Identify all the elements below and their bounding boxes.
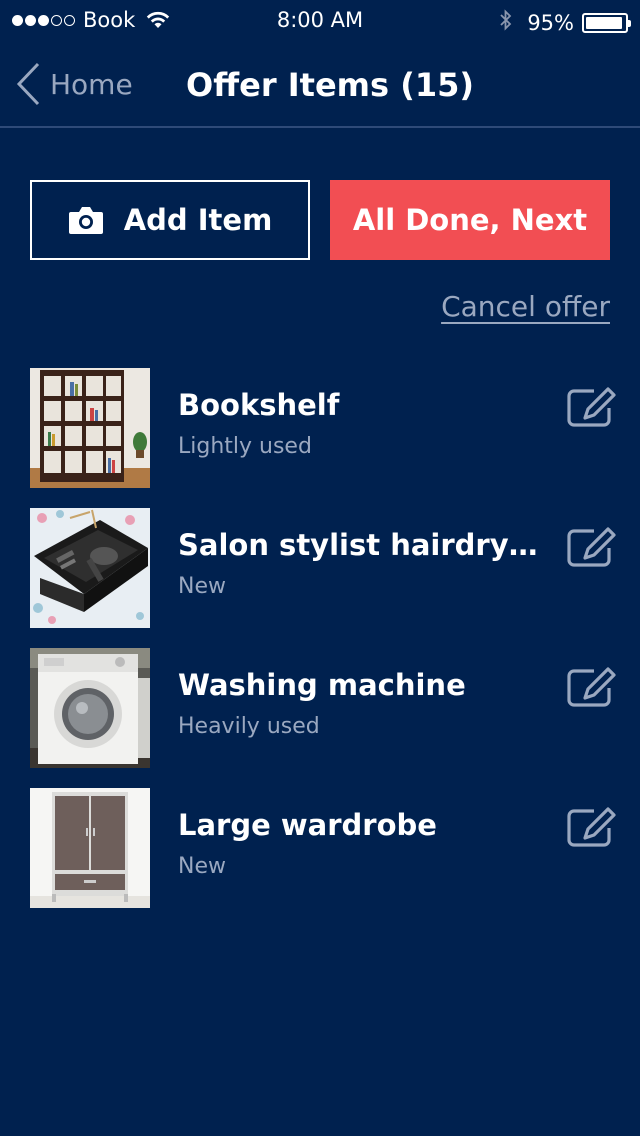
item-title: Washing machine bbox=[178, 668, 466, 702]
list-item[interactable]: Salon stylist hairdryer set New bbox=[0, 508, 640, 628]
item-condition: New bbox=[178, 574, 226, 599]
back-label: Home bbox=[50, 67, 133, 101]
list-item[interactable]: Washing machine Heavily used bbox=[0, 648, 640, 768]
status-bar: Book 8:00 AM 95% bbox=[0, 0, 640, 40]
all-done-label: All Done, Next bbox=[352, 203, 588, 237]
camera-icon bbox=[68, 207, 103, 234]
item-title: Large wardrobe bbox=[178, 808, 437, 842]
edit-icon[interactable] bbox=[566, 806, 616, 848]
wardrobe-image bbox=[30, 788, 150, 908]
all-done-next-button[interactable]: All Done, Next bbox=[330, 180, 610, 260]
page-title: Offer Items (15) bbox=[186, 66, 474, 104]
edit-icon[interactable] bbox=[566, 666, 616, 708]
status-right: 95% bbox=[499, 8, 631, 37]
battery-percentage: 95% bbox=[527, 10, 574, 35]
edit-icon[interactable] bbox=[566, 526, 616, 568]
list-item[interactable]: Large wardrobe New bbox=[0, 788, 640, 908]
bluetooth-icon bbox=[499, 8, 513, 37]
bookshelf-image bbox=[30, 368, 150, 488]
list-item[interactable]: Bookshelf Lightly used bbox=[0, 368, 640, 488]
edit-icon[interactable] bbox=[566, 386, 616, 428]
battery-icon bbox=[582, 12, 631, 33]
item-condition: Lightly used bbox=[178, 434, 312, 459]
add-item-label: Add Item bbox=[123, 203, 273, 237]
hairdryer-image bbox=[30, 508, 150, 628]
back-button[interactable]: Home bbox=[16, 62, 133, 106]
navigation-bar: Home Offer Items (15) bbox=[0, 40, 640, 128]
offer-items-screen: Book 8:00 AM 95% Home Offer Items (15) A… bbox=[0, 0, 640, 1136]
add-item-button[interactable]: Add Item bbox=[30, 180, 310, 260]
washing-machine-image bbox=[30, 648, 150, 768]
item-condition: Heavily used bbox=[178, 714, 320, 739]
item-title: Salon stylist hairdryer set bbox=[178, 528, 540, 562]
item-condition: New bbox=[178, 854, 226, 879]
chevron-left-icon bbox=[16, 62, 42, 106]
cancel-offer-link[interactable]: Cancel offer bbox=[441, 290, 610, 323]
item-title: Bookshelf bbox=[178, 388, 340, 422]
